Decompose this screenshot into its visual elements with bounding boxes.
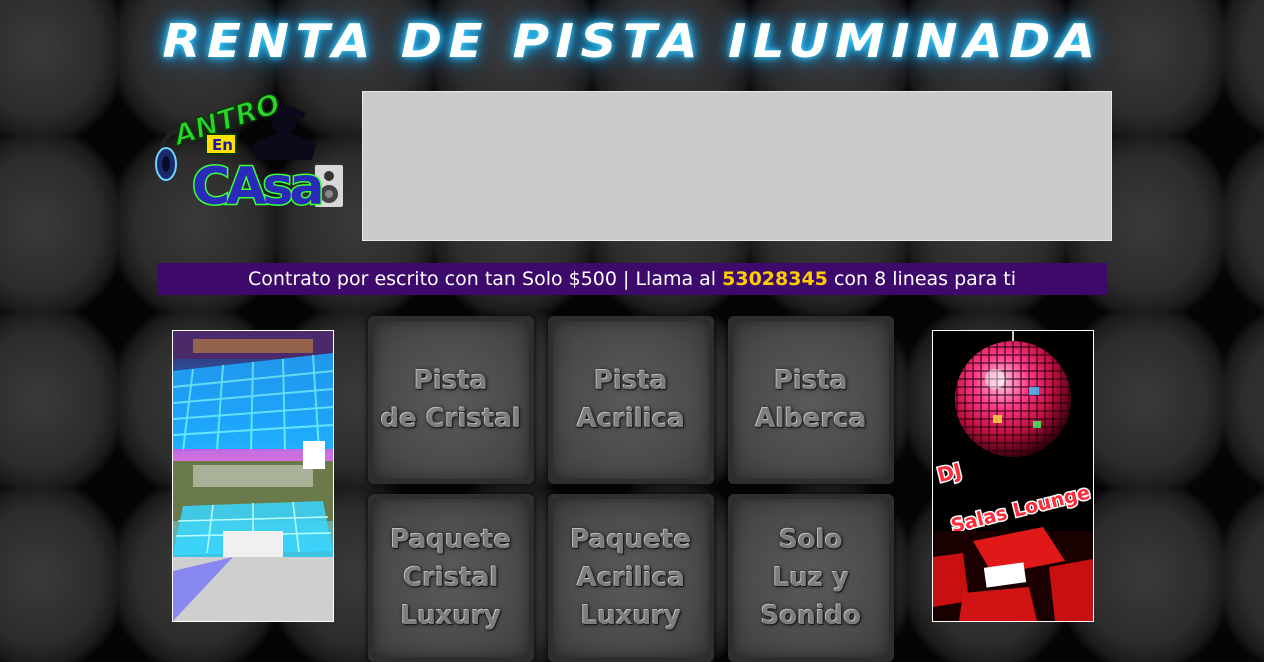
contract-text: Contrato por escrito con tan Solo $500 |… xyxy=(247,268,717,290)
menu-tile-pista-cristal[interactable]: Pista de Cristal xyxy=(368,316,534,484)
lounge-sofas-icon xyxy=(933,527,1093,621)
menu-label: Pista de Cristal xyxy=(380,366,522,434)
menu-label: Solo Luz y Sonido xyxy=(760,525,862,631)
antro-en-casa-logo[interactable]: ANTRO En CAsa xyxy=(152,86,352,219)
contract-bar: Contrato por escrito con tan Solo $500 |… xyxy=(157,263,1107,295)
menu-label: Paquete Cristal Luxury xyxy=(390,525,512,631)
banner-placeholder xyxy=(362,91,1112,241)
ad-line1: DJ xyxy=(935,458,964,487)
menu-label: Paquete Acrilica Luxury xyxy=(570,525,692,631)
menu-label: Pista Acrilica xyxy=(576,366,686,434)
svg-text:CAsa: CAsa xyxy=(192,157,320,217)
menu-label: Pista Alberca xyxy=(755,366,867,434)
svg-text:En: En xyxy=(212,136,233,154)
menu-tile-solo-luz[interactable]: Solo Luz y Sonido xyxy=(728,494,894,662)
phone-number[interactable]: 53028345 xyxy=(722,268,828,290)
dance-floor-photo[interactable] xyxy=(172,330,334,622)
menu-tile-pista-acrilica[interactable]: Pista Acrilica xyxy=(548,316,714,484)
menu-tile-paquete-acrilica[interactable]: Paquete Acrilica Luxury xyxy=(548,494,714,662)
page-title: RENTA DE PISTA ILUMINADA xyxy=(162,14,1102,68)
menu-tile-paquete-cristal[interactable]: Paquete Cristal Luxury xyxy=(368,494,534,662)
dj-salas-lounge-ad[interactable]: DJ Salas Lounge xyxy=(932,330,1094,622)
menu-tile-pista-alberca[interactable]: Pista Alberca xyxy=(728,316,894,484)
disco-ball-icon xyxy=(955,341,1071,457)
contract-suffix: con 8 lineas para ti xyxy=(833,268,1017,290)
ad-line2: Salas Lounge xyxy=(949,482,1093,538)
